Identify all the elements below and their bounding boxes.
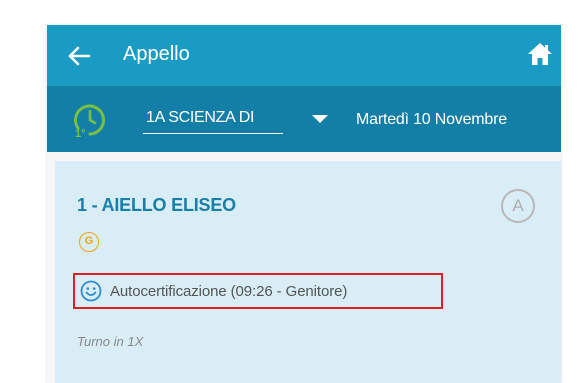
class-toolbar: 1° 1A SCIENZA DI Martedì 10 Novembre <box>47 86 561 152</box>
back-arrow-icon[interactable] <box>67 46 91 66</box>
class-select[interactable]: 1A SCIENZA DI <box>143 105 283 134</box>
smiley-icon <box>80 280 102 302</box>
caret-down-icon[interactable] <box>312 115 328 123</box>
student-card[interactable]: 1 - AIELLO ELISEO A G Autocertificazione… <box>55 161 561 383</box>
home-icon[interactable] <box>527 42 553 66</box>
student-name: 1 - AIELLO ELISEO <box>77 195 236 215</box>
clock-icon-label: 1° <box>75 128 86 138</box>
date-label[interactable]: Martedì 10 Novembre <box>356 109 507 131</box>
guardian-badge: G <box>79 232 99 252</box>
class-select-value: 1A SCIENZA DI <box>146 109 255 126</box>
absent-toggle-badge[interactable]: A <box>501 189 535 223</box>
self-certification-highlight: Autocertificazione (09:26 - Genitore) <box>73 273 443 309</box>
turn-note: Turno in 1X <box>77 334 144 349</box>
app-bar: Appello <box>47 25 561 86</box>
clock-hour-icon[interactable]: 1° <box>72 102 108 138</box>
self-certification-text: Autocertificazione (09:26 - Genitore) <box>110 283 348 300</box>
app-screen: Appello 1° 1A SCIENZA DI Martedì 10 Nove… <box>47 25 561 383</box>
page-title: Appello <box>123 43 190 65</box>
